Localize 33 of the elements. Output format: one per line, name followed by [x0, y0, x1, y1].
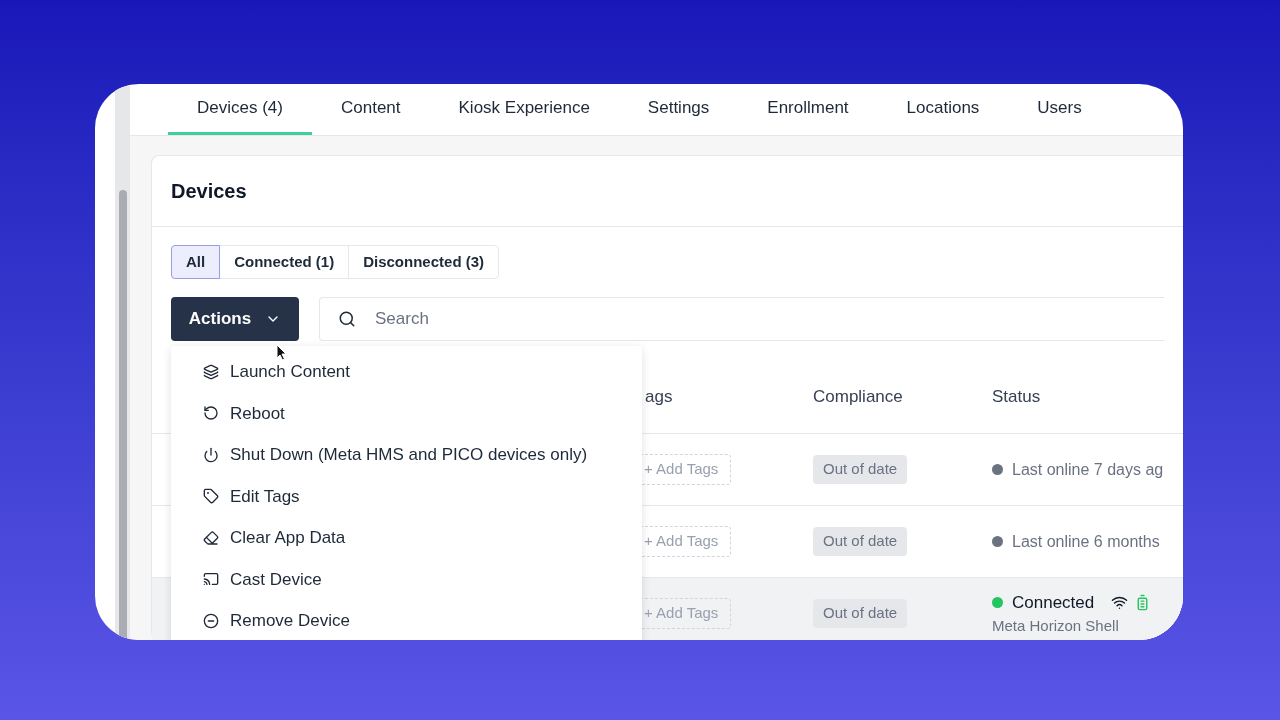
column-header: Status: [992, 385, 1042, 408]
actions-button[interactable]: Actions: [171, 297, 299, 341]
status-text: Last online 6 months: [1012, 531, 1160, 552]
nav-tab[interactable]: Kiosk Experience: [429, 84, 619, 135]
nav-tab[interactable]: Enrollment: [738, 84, 878, 135]
tag-icon: [203, 488, 219, 505]
menu-item[interactable]: Reboot: [171, 392, 642, 434]
minus-circle-icon: [203, 612, 219, 629]
device-detail: Meta Horizon Shell: [992, 616, 1120, 636]
nav-tab[interactable]: Settings: [618, 84, 739, 135]
nav-tab[interactable]: Users: [1008, 84, 1111, 135]
menu-item[interactable]: Launch Content: [171, 351, 642, 393]
column-header: ags: [644, 385, 674, 408]
status-text: Last online 7 days ag: [1012, 459, 1164, 480]
nav-tab[interactable]: Locations: [877, 84, 1009, 135]
card-title: Devices: [171, 179, 247, 204]
filter-segment[interactable]: All: [171, 245, 221, 279]
scrollbar-thumb[interactable]: [118, 190, 127, 640]
compliance-badge: Out of date: [813, 527, 908, 556]
eraser-icon: [203, 529, 219, 546]
column-header: Compliance: [813, 385, 904, 408]
cast-icon: [203, 571, 219, 588]
layers-icon: [203, 363, 219, 380]
filter-segment[interactable]: Connected (1): [219, 245, 350, 279]
search-field[interactable]: Search: [319, 297, 1164, 341]
compliance-badge: Out of date: [813, 455, 908, 484]
search-icon: [338, 310, 356, 328]
filter-segment[interactable]: Disconnected (3): [348, 245, 500, 279]
nav-tab[interactable]: Content: [311, 84, 430, 135]
reboot-icon: [203, 405, 219, 422]
status-text: Connected: [1012, 591, 1095, 614]
compliance-badge: Out of date: [813, 599, 908, 628]
power-icon: [203, 446, 219, 463]
